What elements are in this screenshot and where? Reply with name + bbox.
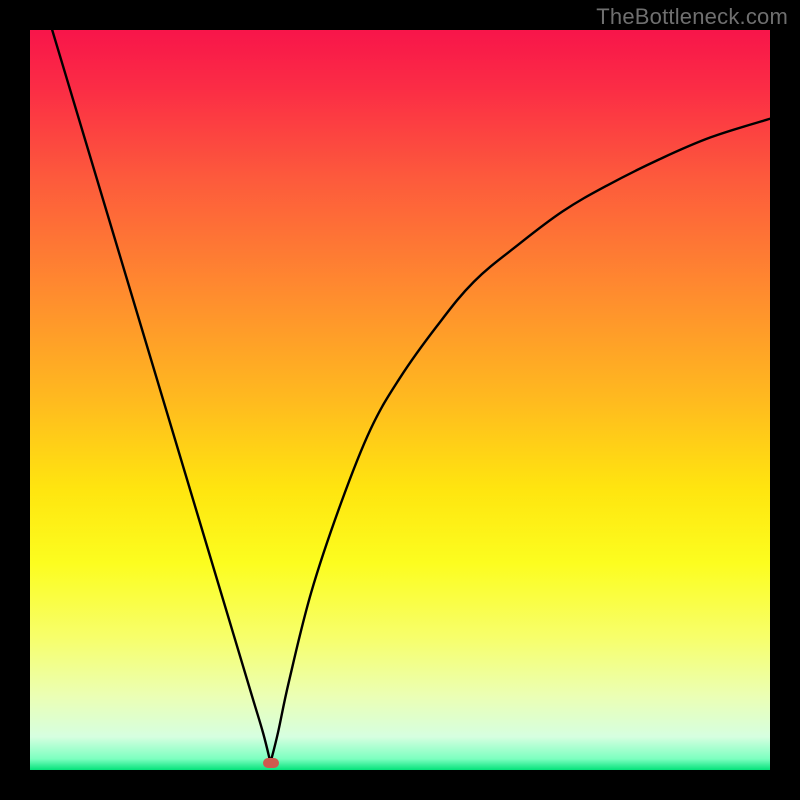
watermark-text: TheBottleneck.com xyxy=(596,4,788,30)
plot-area xyxy=(30,30,770,770)
bottleneck-curve xyxy=(30,30,770,770)
optimal-point-marker xyxy=(263,758,279,768)
chart-stage: TheBottleneck.com xyxy=(0,0,800,800)
